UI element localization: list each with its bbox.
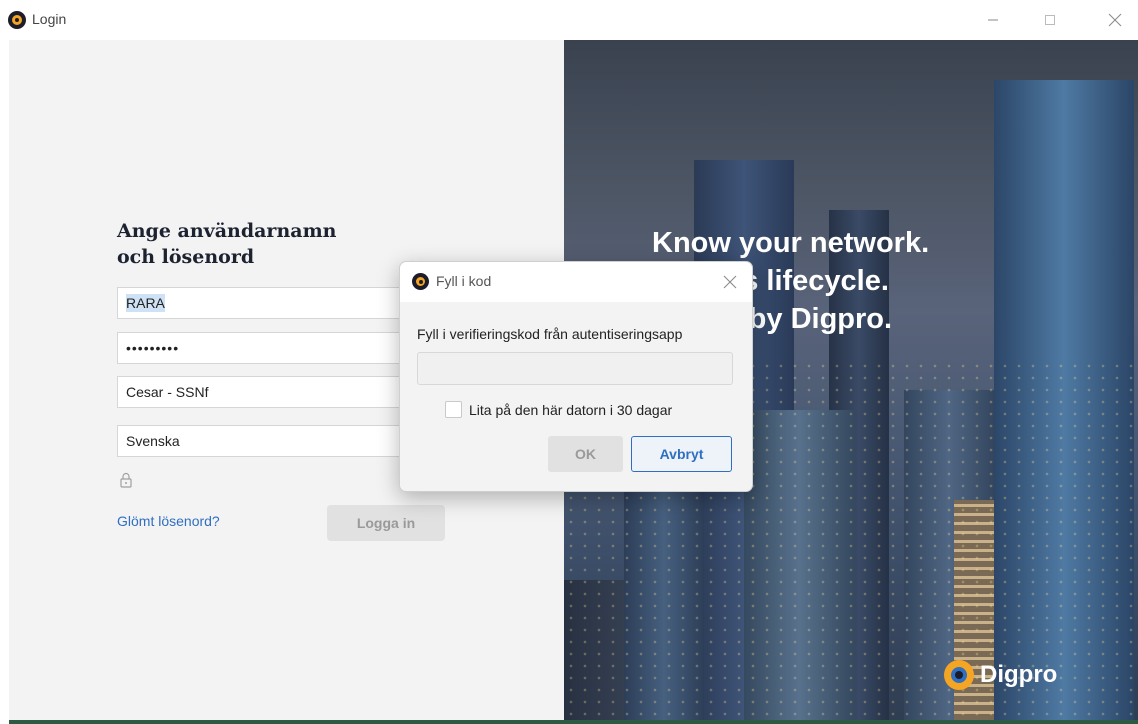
database-value: Cesar - SSNf <box>126 384 209 400</box>
minimize-button[interactable] <box>970 6 1016 34</box>
database-select[interactable]: Cesar - SSNf <box>117 376 447 408</box>
window-title: Login <box>32 11 67 27</box>
brand-name: Digpro <box>980 661 1058 688</box>
app-logo-icon <box>8 11 26 29</box>
window-titlebar: Login <box>0 0 1138 40</box>
password-input[interactable]: ••••••••• <box>117 332 447 364</box>
verification-dialog: Fyll i kod Fyll i verifieringskod från a… <box>399 261 753 492</box>
bottom-strip <box>9 720 1138 724</box>
login-heading-line1: Ange användarnamn <box>117 220 337 242</box>
login-button[interactable]: Logga in <box>327 505 445 541</box>
close-icon <box>1108 13 1122 27</box>
forgot-password-link[interactable]: Glömt lösenord? <box>117 513 220 529</box>
close-button[interactable] <box>1092 6 1138 34</box>
language-value: Svenska <box>126 433 180 449</box>
ok-button[interactable]: OK <box>548 436 623 472</box>
trust-computer-checkbox[interactable] <box>445 401 462 418</box>
username-input[interactable]: RARA <box>117 287 447 319</box>
cancel-button[interactable]: Avbryt <box>631 436 732 472</box>
verification-code-input[interactable] <box>417 352 733 385</box>
dialog-title: Fyll i kod <box>436 273 492 289</box>
minimize-icon <box>988 19 998 21</box>
dialog-titlebar: Fyll i kod <box>400 262 752 302</box>
trust-computer-label[interactable]: Lita på den här datorn i 30 dagar <box>469 402 672 418</box>
maximize-icon <box>1045 15 1055 25</box>
digpro-brand: Digpro <box>944 660 1057 690</box>
dialog-close-icon[interactable] <box>720 272 740 292</box>
digpro-logo-icon <box>944 660 974 690</box>
login-heading-line2: och lösenord <box>117 246 255 268</box>
maximize-button[interactable] <box>1027 6 1073 34</box>
lock-icon <box>120 472 132 488</box>
dialog-instruction: Fyll i verifieringskod från autentiserin… <box>417 326 683 342</box>
banner-headline-line1: Know your network. <box>652 227 930 259</box>
username-value: RARA <box>126 294 165 312</box>
login-heading: Ange användarnamn och lösenord <box>117 218 437 270</box>
password-value: ••••••••• <box>126 340 180 356</box>
dialog-app-icon <box>412 273 429 290</box>
language-select[interactable]: Svenska <box>117 425 447 457</box>
